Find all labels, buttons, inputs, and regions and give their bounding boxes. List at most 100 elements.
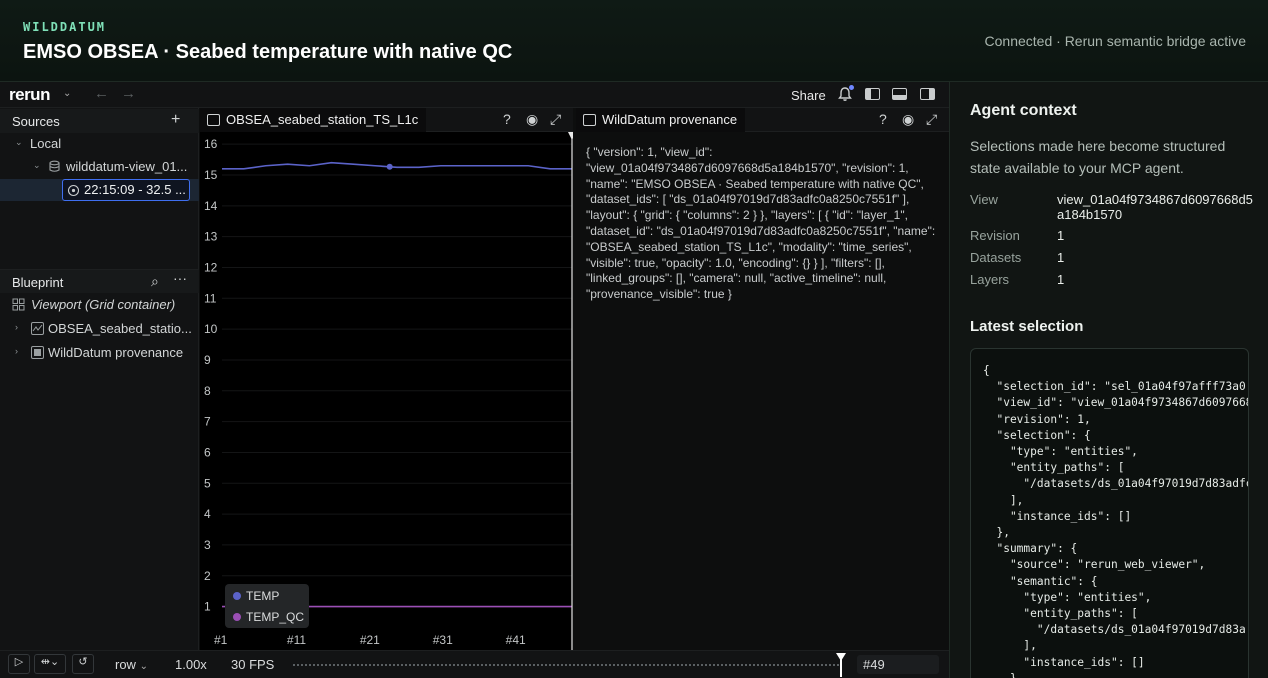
field-value-layers: 1 <box>1057 272 1065 287</box>
field-value-datasets: 1 <box>1057 250 1065 265</box>
search-icon[interactable]: ⌕ <box>151 273 159 290</box>
forward-arrow-icon[interactable]: → <box>121 85 136 102</box>
field-key-datasets: Datasets <box>970 250 1022 265</box>
toggle-bottom-panel-icon[interactable] <box>892 88 907 100</box>
rerun-logo[interactable]: rerun <box>9 85 50 105</box>
y-tick-label: 5 <box>204 476 211 490</box>
timeline-cursor[interactable] <box>840 659 842 677</box>
timeline-selector[interactable]: row ⌄ <box>115 657 148 672</box>
toggle-left-panel-icon[interactable] <box>865 88 880 100</box>
agent-context-panel: Agent context Selections made here becom… <box>949 82 1268 678</box>
chevron-down-icon[interactable]: ⌄ <box>63 88 71 99</box>
chevron-down-icon[interactable]: ⌄ <box>33 160 41 171</box>
blueprint-item-label: OBSEA_seabed_statio... <box>48 321 192 336</box>
add-icon[interactable]: + <box>171 111 180 129</box>
y-tick-label: 7 <box>204 415 211 429</box>
y-tick-label: 13 <box>204 230 218 244</box>
legend-label: TEMP <box>246 589 280 603</box>
provenance-tabbar: WildDatum provenance ? ◉ ⤢ <box>576 108 949 132</box>
toggle-right-panel-icon[interactable] <box>920 88 935 100</box>
timeseries-plot[interactable]: 1 2 3 4 5 6 7 8 9 10 11 12 13 14 15 16 #1 #11 #21 #31 #41 TE… <box>200 132 573 650</box>
blueprint-header: Blueprint ⌕ ··· <box>0 269 199 293</box>
tab-timeseries[interactable]: OBSEA_seabed_station_TS_L1c <box>200 108 427 132</box>
x-tick-label: #31 <box>433 633 453 647</box>
share-button[interactable]: Share <box>791 88 826 103</box>
field-value-view: view_01a04f9734867d6097668d5a184b1570 <box>1057 192 1253 222</box>
y-tick-label: 16 <box>204 137 218 151</box>
highlight-point[interactable] <box>386 163 393 170</box>
legend-dot <box>233 592 241 600</box>
timeline-panel: ▷ ⇹⌄ ↺ row ⌄ 1.00x 30 FPS #49 <box>0 650 949 678</box>
legend-label: TEMP_QC <box>246 610 305 624</box>
series-line-temp[interactable] <box>222 161 572 170</box>
tree-item-timeseries-view[interactable]: › OBSEA_seabed_statio... <box>0 318 199 340</box>
tree-item-local[interactable]: ⌄ Local <box>0 133 199 155</box>
local-label: Local <box>30 136 62 151</box>
tree-item-viewport[interactable]: Viewport (Grid container) <box>0 294 199 316</box>
x-tick-label: #1 <box>214 633 228 647</box>
y-tick-label: 12 <box>204 260 218 274</box>
latest-selection-box[interactable]: { "selection_id": "sel_01a04f97afff73a0 … <box>970 348 1249 678</box>
tree-item-recording[interactable]: ⌄ wilddatum-view_01... <box>0 156 199 178</box>
provenance-view: { "version": 1, "view_id": "view_01a04f9… <box>576 132 949 650</box>
tab-label: OBSEA_seabed_station_TS_L1c <box>226 112 419 127</box>
legend-item-temp[interactable]: TEMP <box>233 589 279 603</box>
left-panel: Sources + ⌄ Local ⌄ wilddatum-view_01...… <box>0 108 199 650</box>
maximize-icon[interactable]: ⤢ <box>550 111 561 128</box>
x-tick-label: #41 <box>506 633 526 647</box>
sources-title: Sources <box>12 114 60 129</box>
tree-item-entry[interactable]: 22:15:09 - 32.5 ... <box>0 179 199 201</box>
legend-dot <box>233 613 241 621</box>
eye-icon[interactable]: ◉ <box>902 111 914 128</box>
timeline-track[interactable] <box>293 664 839 666</box>
eye-icon[interactable]: ◉ <box>526 111 538 128</box>
grid-icon <box>12 298 25 311</box>
y-tick-label: 2 <box>204 569 211 583</box>
rerun-top-bar: rerun ⌄ ← → Share <box>0 82 949 108</box>
agent-context-description: Selections made here become structured s… <box>970 138 1226 176</box>
step-mode-button[interactable]: ⇹⌄ <box>34 654 66 674</box>
help-icon[interactable]: ? <box>879 111 887 127</box>
chevron-down-icon: ⌄ <box>139 661 148 672</box>
document-icon <box>31 346 44 359</box>
y-tick-label: 8 <box>204 384 211 398</box>
y-tick-label: 3 <box>204 538 211 552</box>
tree-item-provenance-view[interactable]: › WildDatum provenance <box>0 342 199 364</box>
current-frame-field[interactable]: #49 <box>857 655 939 674</box>
database-icon <box>49 160 60 172</box>
back-arrow-icon[interactable]: ← <box>94 85 109 102</box>
latest-selection-title: Latest selection <box>970 318 1084 335</box>
help-icon[interactable]: ? <box>503 111 511 127</box>
playback-fps[interactable]: 30 FPS <box>231 657 274 672</box>
provenance-json: { "version": 1, "view_id": "view_01a04f9… <box>586 145 936 302</box>
sources-header: Sources + <box>0 109 199 133</box>
x-tick-label: #21 <box>360 633 380 647</box>
y-tick-label: 11 <box>204 291 217 305</box>
y-tick-label: 6 <box>204 445 211 459</box>
page-title: EMSO OBSEA · Seabed temperature with nat… <box>23 41 513 63</box>
y-tick-label: 9 <box>204 353 211 367</box>
x-tick-label: #11 <box>287 633 306 647</box>
more-icon[interactable]: ··· <box>173 270 187 286</box>
play-button[interactable]: ▷ <box>8 654 30 674</box>
field-key-view: View <box>970 192 998 207</box>
loop-button[interactable]: ↺ <box>72 654 94 674</box>
time-cursor-handle[interactable] <box>568 132 573 140</box>
y-tick-label: 10 <box>204 322 218 336</box>
timeseries-tabbar: OBSEA_seabed_station_TS_L1c ? ◉ ⤢ <box>200 108 573 132</box>
legend-item-temp-qc[interactable]: TEMP_QC <box>233 610 304 624</box>
playback-speed[interactable]: 1.00x <box>175 657 207 672</box>
field-key-layers: Layers <box>970 272 1010 287</box>
agent-context-title: Agent context <box>970 102 1077 119</box>
tab-provenance[interactable]: WildDatum provenance <box>576 108 746 132</box>
y-tick-label: 15 <box>204 168 218 182</box>
maximize-icon[interactable]: ⤢ <box>926 111 937 128</box>
field-key-revision: Revision <box>970 228 1020 243</box>
recording-label: wilddatum-view_01... <box>66 159 188 174</box>
latest-selection-json: { "selection_id": "sel_01a04f97afff73a0 … <box>983 364 1249 678</box>
timeline-name: row <box>115 657 136 672</box>
chevron-down-icon[interactable]: ⌄ <box>15 137 23 148</box>
chevron-right-icon[interactable]: › <box>15 346 18 356</box>
chart-svg[interactable]: 12345678910111213141516#1 #11 #21 #31 #41 <box>200 132 573 650</box>
chevron-right-icon[interactable]: › <box>15 322 18 332</box>
